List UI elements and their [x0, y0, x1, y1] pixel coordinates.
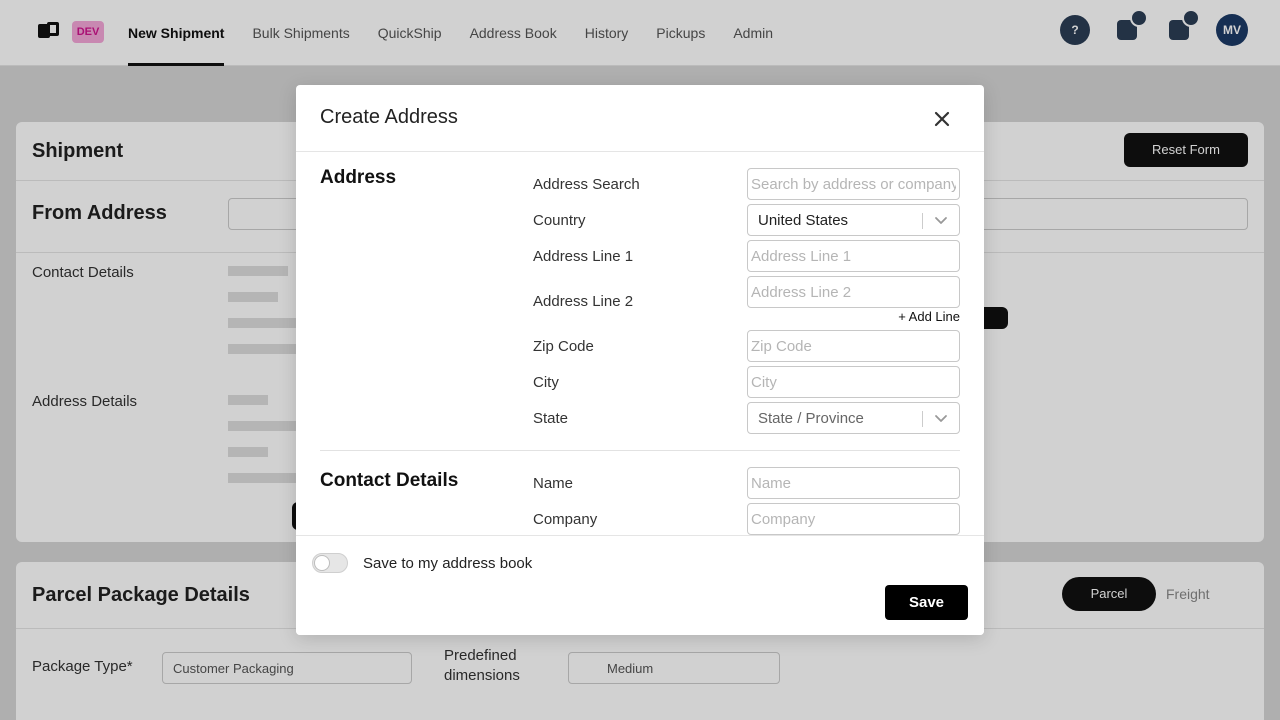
save-button[interactable]: Save	[885, 585, 968, 620]
toggle-knob	[314, 555, 330, 571]
modal-header: Create Address	[296, 85, 984, 152]
state-label: State	[533, 410, 569, 427]
close-button[interactable]	[926, 103, 958, 135]
address-search-label: Address Search	[533, 176, 640, 193]
zip-code-label: Zip Code	[533, 338, 594, 355]
chevron-down-icon	[935, 415, 947, 422]
modal-footer: Save to my address book Save	[296, 535, 984, 635]
save-to-address-book-label: Save to my address book	[363, 555, 533, 572]
state-select[interactable]: State / Province	[747, 402, 960, 434]
zip-code-input[interactable]	[747, 330, 960, 362]
chevron-down-icon	[935, 217, 947, 224]
address-line-1-input[interactable]	[747, 240, 960, 272]
address-line-2-input[interactable]	[747, 276, 960, 308]
name-label: Name	[533, 475, 574, 492]
close-icon	[934, 111, 950, 127]
create-address-modal: Create Address Address Address Search Co…	[296, 85, 984, 635]
country-selected-value: United States	[758, 212, 849, 229]
name-input[interactable]	[747, 467, 960, 499]
contact-section-title: Contact Details	[320, 470, 459, 491]
country-label: Country	[533, 212, 586, 229]
select-separator	[922, 213, 923, 229]
address-line-2-label: Address Line 2	[533, 293, 634, 310]
add-line-link[interactable]: + Add Line	[876, 309, 960, 324]
section-divider	[320, 450, 960, 451]
select-separator	[922, 411, 923, 427]
country-select[interactable]: United States	[747, 204, 960, 236]
save-to-address-book-toggle[interactable]	[312, 553, 348, 573]
company-label: Company	[533, 511, 598, 528]
address-line-1-label: Address Line 1	[533, 248, 634, 265]
state-placeholder: State / Province	[758, 410, 864, 427]
modal-body[interactable]: Address Address Search Country United St…	[296, 152, 984, 535]
company-input[interactable]	[747, 503, 960, 535]
address-search-input[interactable]	[747, 168, 960, 200]
city-input[interactable]	[747, 366, 960, 398]
city-label: City	[533, 374, 559, 391]
address-section-title: Address	[320, 167, 397, 188]
modal-title: Create Address	[320, 106, 458, 128]
